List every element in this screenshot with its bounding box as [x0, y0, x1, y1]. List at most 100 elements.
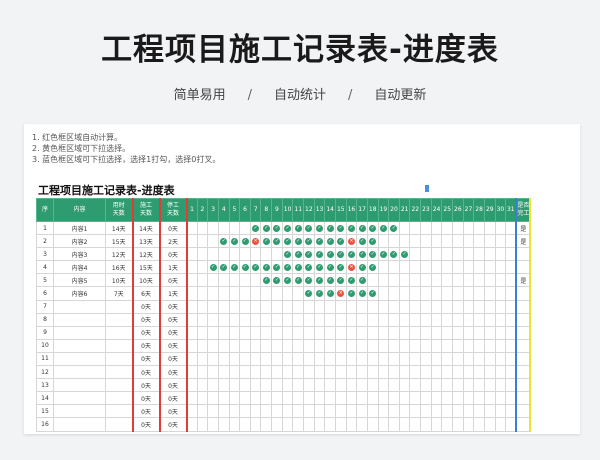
cell-day[interactable] [196, 260, 209, 275]
cell-day[interactable] [196, 234, 209, 249]
cell-day[interactable] [388, 273, 400, 288]
cell-day[interactable] [207, 247, 219, 262]
cell-day[interactable]: ✓ [281, 220, 294, 236]
cell-day[interactable] [409, 325, 422, 340]
cell-day[interactable] [324, 338, 336, 353]
cell-day[interactable] [303, 299, 315, 314]
cell-day[interactable] [271, 299, 283, 314]
cell-day[interactable]: ✓ [292, 234, 305, 249]
cell-day[interactable] [473, 338, 485, 353]
cell-day[interactable] [366, 273, 379, 288]
cell-day[interactable] [281, 378, 294, 393]
cell-day[interactable] [345, 312, 358, 327]
cell-day[interactable] [441, 417, 453, 432]
cell-day[interactable] [303, 365, 315, 380]
cell-day[interactable] [196, 351, 209, 367]
cell-day[interactable] [217, 404, 230, 419]
cell-day[interactable] [228, 404, 241, 419]
cell-day[interactable] [292, 365, 305, 380]
cell-done[interactable] [515, 404, 532, 419]
cell-day[interactable] [388, 286, 400, 301]
cell-day[interactable]: ✓ [260, 234, 273, 249]
cell-day[interactable] [292, 417, 305, 432]
cell-day[interactable] [239, 404, 251, 419]
cell-day[interactable] [494, 351, 507, 367]
cell-day[interactable]: ✓ [303, 286, 315, 301]
cell-day[interactable] [473, 220, 485, 236]
cell-day[interactable] [228, 325, 241, 340]
cell-day[interactable] [303, 312, 315, 327]
cell-day[interactable] [185, 404, 198, 419]
cell-day[interactable]: ✓ [388, 247, 400, 262]
cell-day[interactable] [483, 325, 496, 340]
cell-day[interactable] [409, 299, 422, 314]
cell-day[interactable] [185, 286, 198, 301]
cell-day[interactable] [207, 351, 219, 367]
cell-day[interactable] [398, 417, 411, 432]
cell-day[interactable] [185, 365, 198, 380]
cell-day[interactable]: ✓ [217, 260, 230, 275]
cell-day[interactable] [292, 286, 305, 301]
cell-day[interactable]: ✓ [366, 260, 379, 275]
cell-day[interactable]: ✓ [324, 273, 336, 288]
cell-day[interactable] [366, 351, 379, 367]
cell-day[interactable] [345, 299, 358, 314]
cell-day[interactable] [420, 365, 432, 380]
cell-day[interactable] [303, 417, 315, 432]
cell-day[interactable]: ✓ [217, 234, 230, 249]
cell-day[interactable] [441, 404, 453, 419]
cell-day[interactable] [441, 299, 453, 314]
cell-day[interactable] [398, 220, 411, 236]
cell-day[interactable] [239, 365, 251, 380]
cell-day[interactable] [473, 391, 485, 406]
cell-day[interactable] [334, 417, 347, 432]
cell-day[interactable] [430, 378, 443, 393]
cell-day[interactable] [430, 417, 443, 432]
cell-day[interactable] [196, 299, 209, 314]
cell-day[interactable]: ✓ [303, 260, 315, 275]
cell-day[interactable] [430, 286, 443, 301]
cell-day[interactable] [398, 351, 411, 367]
cell-day[interactable] [281, 299, 294, 314]
cell-day[interactable] [430, 365, 443, 380]
cell-day[interactable] [483, 286, 496, 301]
cell-day[interactable] [441, 286, 453, 301]
cell-day[interactable] [260, 365, 273, 380]
cell-day[interactable]: ✓ [356, 286, 368, 301]
cell-day[interactable] [196, 338, 209, 353]
cell-day[interactable] [271, 312, 283, 327]
cell-day[interactable] [260, 286, 273, 301]
cell-day[interactable] [441, 312, 453, 327]
cell-day[interactable] [185, 234, 198, 249]
cell-day[interactable] [271, 247, 283, 262]
cell-day[interactable] [441, 391, 453, 406]
cell-day[interactable] [334, 299, 347, 314]
cell-day[interactable] [441, 260, 453, 275]
cell-day[interactable] [430, 351, 443, 367]
cell-day[interactable] [398, 365, 411, 380]
cell-done[interactable] [515, 351, 532, 367]
cell-day[interactable] [303, 404, 315, 419]
cell-day[interactable] [420, 220, 432, 236]
cell-day[interactable]: ✓ [377, 220, 390, 236]
cell-day[interactable] [452, 260, 464, 275]
cell-day[interactable] [473, 260, 485, 275]
cell-day[interactable] [239, 299, 251, 314]
cell-done[interactable] [515, 247, 532, 262]
cell-day[interactable] [398, 286, 411, 301]
cell-day[interactable]: ✓ [281, 234, 294, 249]
cell-day[interactable] [228, 247, 241, 262]
cell-day[interactable] [409, 365, 422, 380]
cell-day[interactable]: ✓ [271, 234, 283, 249]
cell-day[interactable] [388, 312, 400, 327]
cell-day[interactable] [260, 417, 273, 432]
cell-day[interactable] [366, 391, 379, 406]
cell-day[interactable] [228, 338, 241, 353]
cell-day[interactable] [228, 391, 241, 406]
cell-day[interactable] [334, 404, 347, 419]
cell-day[interactable] [239, 247, 251, 262]
cell-day[interactable] [462, 234, 475, 249]
cell-day[interactable] [377, 391, 390, 406]
cell-day[interactable] [217, 338, 230, 353]
cell-day[interactable] [249, 417, 262, 432]
